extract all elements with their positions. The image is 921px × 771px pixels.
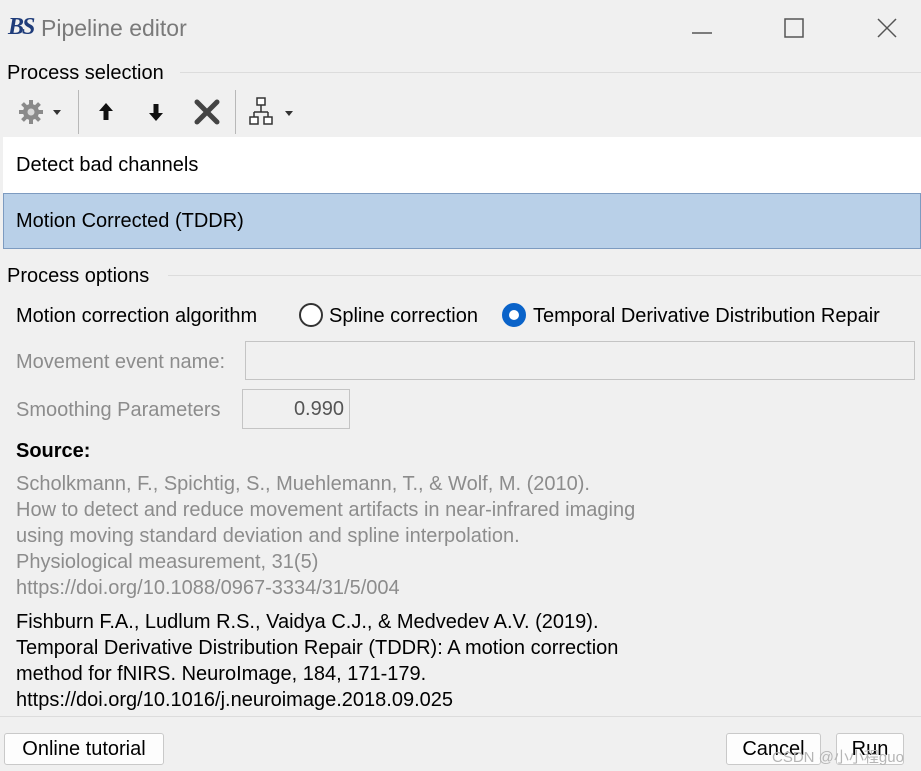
reference-line: method for fNIRS. NeuroImage, 184, 171-1… <box>16 663 427 685</box>
divider <box>168 275 921 276</box>
spline-correction-label[interactable]: Spline correction <box>329 304 478 328</box>
movement-event-name-label: Movement event name: <box>16 351 225 373</box>
minimize-button[interactable] <box>680 10 724 46</box>
maximize-button[interactable] <box>772 10 816 46</box>
process-selection-label: Process selection <box>7 62 164 84</box>
process-options-label: Process options <box>7 265 150 287</box>
brainstorm-logo-icon: BS <box>8 14 35 40</box>
window-title: Pipeline editor <box>41 15 187 41</box>
reference-line: Scholkmann, F., Spichtig, S., Muehlemann… <box>16 473 590 495</box>
spline-correction-radio[interactable] <box>299 303 323 327</box>
process-item-detect-bad-channels[interactable]: Detect bad channels <box>3 137 921 193</box>
footer-divider <box>0 716 921 717</box>
toolbar-separator <box>235 90 236 134</box>
minimize-icon <box>692 32 712 34</box>
smoothing-parameters-field[interactable]: 0.990 <box>242 389 350 429</box>
pipeline-dropdown-button[interactable] <box>246 92 300 132</box>
reference-line: using moving standard deviation and spli… <box>16 525 520 547</box>
maximize-icon <box>784 18 804 38</box>
watermark: CSDN @小小程guo <box>772 749 904 766</box>
reference-scholkmann: Scholkmann, F., Spichtig, S., Muehlemann… <box>16 471 635 601</box>
move-down-button[interactable] <box>140 92 172 132</box>
close-button[interactable] <box>865 10 909 46</box>
reference-line: Temporal Derivative Distribution Repair … <box>16 637 619 659</box>
tree-icon <box>249 97 293 125</box>
arrow-down-icon <box>149 104 163 121</box>
reference-doi-link[interactable]: https://doi.org/10.1016/j.neuroimage.201… <box>16 687 618 713</box>
process-item-motion-corrected[interactable]: Motion Corrected (TDDR) <box>3 193 921 249</box>
arrow-up-icon <box>99 103 113 120</box>
reference-line: Physiological measurement, 31(5) <box>16 551 319 573</box>
close-icon <box>877 18 897 38</box>
smoothing-parameters-label: Smoothing Parameters <box>16 399 221 421</box>
reference-fishburn: Fishburn F.A., Ludlum R.S., Vaidya C.J.,… <box>16 609 618 713</box>
settings-dropdown-button[interactable] <box>14 92 68 132</box>
tddr-label[interactable]: Temporal Derivative Distribution Repair <box>533 304 880 328</box>
tddr-radio[interactable] <box>502 303 526 327</box>
move-up-button[interactable] <box>90 92 122 132</box>
motion-correction-algorithm-label: Motion correction algorithm <box>16 305 258 327</box>
toolbar-separator <box>78 90 79 134</box>
reference-doi-link[interactable]: https://doi.org/10.1088/0967-3334/31/5/0… <box>16 575 635 601</box>
divider <box>180 72 921 73</box>
delete-x-icon <box>194 99 220 125</box>
reference-line: How to detect and reduce movement artifa… <box>16 499 636 521</box>
gear-icon <box>19 100 61 124</box>
source-heading: Source: <box>16 440 91 462</box>
online-tutorial-button[interactable]: Online tutorial <box>4 733 164 765</box>
delete-button[interactable] <box>189 92 225 132</box>
movement-event-name-field[interactable] <box>245 341 915 380</box>
process-list: Detect bad channels Motion Corrected (TD… <box>3 137 921 249</box>
reference-line: Fishburn F.A., Ludlum R.S., Vaidya C.J.,… <box>16 611 599 633</box>
